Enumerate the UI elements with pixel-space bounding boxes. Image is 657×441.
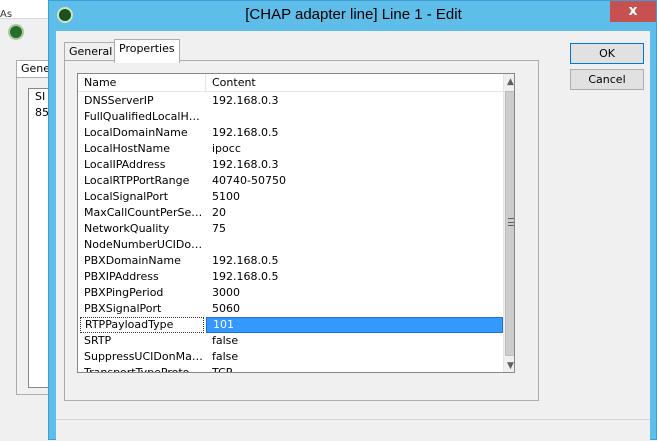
scroll-grip-icon [508, 218, 514, 226]
table-row[interactable]: SRTP false [78, 333, 503, 349]
property-name-cell[interactable]: FullQualifiedLocalHos… [84, 109, 204, 125]
property-value-cell[interactable]: ipocc [212, 141, 502, 157]
grid-rows: DNSServerIP 192.168.0.3 FullQualifiedLocal… [78, 93, 503, 372]
table-row[interactable]: NetworkQuality 75 [78, 221, 503, 237]
table-row[interactable]: LocalIPAddress 192.168.0.3 [78, 157, 503, 173]
table-row[interactable]: PBXPingPeriod 3000 [78, 285, 503, 301]
property-value-cell[interactable]: 40740-50750 [212, 173, 502, 189]
property-name-cell[interactable]: NetworkQuality [84, 221, 204, 237]
property-name-cell[interactable]: SuppressUCIDonMak… [84, 349, 204, 365]
property-value-cell[interactable]: 192.168.0.3 [212, 157, 502, 173]
table-row[interactable]: TransportTypeProtocol TCP [78, 365, 503, 372]
property-value-cell[interactable]: 101 [206, 317, 503, 333]
property-name-cell[interactable]: PBXDomainName [84, 253, 204, 269]
app-icon [8, 24, 24, 40]
property-name-cell[interactable]: LocalIPAddress [84, 157, 204, 173]
table-row[interactable]: PBXSignalPort 5060 [78, 301, 503, 317]
property-value-cell[interactable]: 192.168.0.5 [212, 253, 502, 269]
table-row[interactable]: LocalSignalPort 5100 [78, 189, 503, 205]
property-name-cell[interactable]: LocalDomainName [84, 125, 204, 141]
property-value-cell[interactable]: 192.168.0.5 [212, 269, 502, 285]
table-row[interactable]: SuppressUCIDonMak… false [78, 349, 503, 365]
scrollbar-thumb[interactable] [505, 91, 514, 356]
property-value-cell[interactable]: 192.168.0.5 [212, 125, 502, 141]
property-name-cell[interactable]: PBXSignalPort [84, 301, 204, 317]
property-name-cell[interactable]: PBXIPAddress [84, 269, 204, 285]
table-row[interactable]: FullQualifiedLocalHos… [78, 109, 503, 125]
property-name-cell[interactable]: PBXPingPeriod [84, 285, 204, 301]
property-name-cell[interactable]: LocalSignalPort [84, 189, 204, 205]
table-row[interactable]: LocalRTPPortRange 40740-50750 [78, 173, 503, 189]
edit-dialog: [CHAP adapter line] Line 1 - Edit x Gene… [48, 0, 657, 441]
close-button[interactable]: x [610, 1, 656, 22]
scroll-down-arrow-icon[interactable]: ▼ [504, 358, 514, 372]
tab-properties[interactable]: Properties [114, 39, 180, 63]
table-row[interactable]: LocalDomainName 192.168.0.5 [78, 125, 503, 141]
property-value-cell[interactable]: 5060 [212, 301, 502, 317]
property-value-cell[interactable]: 3000 [212, 285, 502, 301]
title-bar[interactable]: [CHAP adapter line] Line 1 - Edit x [49, 1, 657, 29]
property-name-cell[interactable]: LocalHostName [84, 141, 204, 157]
property-name-cell[interactable]: LocalRTPPortRange [84, 173, 204, 189]
vertical-scrollbar[interactable]: ▲ ▼ [503, 74, 514, 372]
table-row[interactable]: PBXDomainName 192.168.0.5 [78, 253, 503, 269]
table-row[interactable]: MaxCallCountPerSec… 20 [78, 205, 503, 221]
column-header-name[interactable]: Name [78, 74, 206, 92]
property-name-cell[interactable]: MaxCallCountPerSec… [84, 205, 204, 221]
tab-general[interactable]: General [64, 42, 118, 61]
table-row[interactable]: PBXIPAddress 192.168.0.5 [78, 269, 503, 285]
property-name-cell[interactable]: SRTP [84, 333, 204, 349]
property-name-cell[interactable]: RTPPayloadType [80, 317, 204, 333]
table-row[interactable]: NodeNumberUCIDon… [78, 237, 503, 253]
property-value-cell[interactable]: 20 [212, 205, 502, 221]
property-value-cell[interactable]: false [212, 349, 502, 365]
property-value-cell[interactable]: 192.168.0.3 [212, 93, 502, 109]
property-value-cell[interactable]: false [212, 333, 502, 349]
properties-grid[interactable]: Name Content DNSServerIP 192.168.0.3 FullQ… [77, 73, 515, 373]
dialog-client-area: General Properties Name Content DNSServe… [56, 31, 650, 441]
property-value-cell[interactable]: 5100 [212, 189, 502, 205]
table-row[interactable]: RTPPayloadType 101 [78, 317, 503, 333]
dialog-title: [CHAP adapter line] Line 1 - Edit [245, 6, 462, 23]
property-name-cell[interactable]: TransportTypeProtocol [84, 365, 204, 372]
status-bar [56, 420, 650, 441]
table-row[interactable]: LocalHostName ipocc [78, 141, 503, 157]
property-value-cell[interactable]: TCP [212, 365, 502, 372]
property-value-cell[interactable]: 75 [212, 221, 502, 237]
grid-header: Name Content [78, 74, 503, 92]
column-header-content[interactable]: Content [206, 74, 503, 92]
property-name-cell[interactable]: NodeNumberUCIDon… [84, 237, 204, 253]
ok-button[interactable]: OK [570, 43, 644, 64]
scroll-up-arrow-icon[interactable]: ▲ [504, 74, 514, 90]
property-name-cell[interactable]: DNSServerIP [84, 93, 204, 109]
cancel-button[interactable]: Cancel [570, 69, 644, 90]
table-row[interactable]: DNSServerIP 192.168.0.3 [78, 93, 503, 109]
